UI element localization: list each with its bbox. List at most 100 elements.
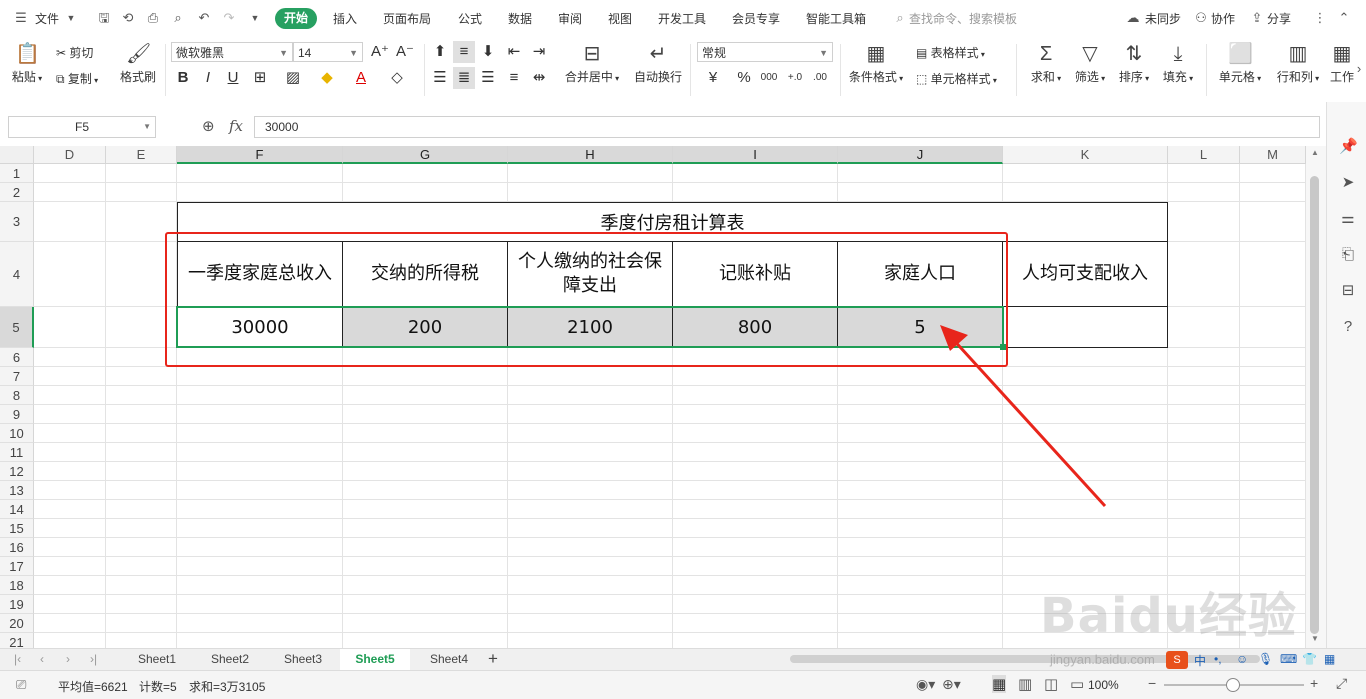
first-sheet-icon[interactable]: |‹: [14, 652, 21, 666]
ime-punctuation-icon[interactable]: •,: [1214, 652, 1222, 666]
column-header-g[interactable]: G: [343, 146, 508, 164]
row-header-19[interactable]: 19: [0, 595, 34, 614]
value-cell-total-income[interactable]: 30000: [177, 307, 343, 348]
add-sheet-button[interactable]: +: [488, 649, 498, 669]
row-header-3[interactable]: 3: [0, 202, 34, 242]
row-col-button[interactable]: ▥ 行和列 ▾: [1273, 42, 1323, 85]
header-cell-family-size[interactable]: 家庭人口: [838, 242, 1003, 307]
merge-center-button[interactable]: ⊟ 合并居中 ▾: [562, 42, 622, 85]
ime-keyboard-icon[interactable]: ⌨: [1280, 652, 1297, 666]
row-header-6[interactable]: 6: [0, 348, 34, 367]
scroll-down-icon[interactable]: ▼: [1311, 634, 1319, 643]
collapse-ribbon-icon[interactable]: ⌃: [1337, 11, 1351, 25]
border-icon[interactable]: ⊞: [249, 67, 271, 89]
zoom-level[interactable]: 100%: [1088, 678, 1119, 692]
align-middle-icon[interactable]: ≡: [453, 41, 475, 63]
file-menu[interactable]: 文件: [35, 10, 59, 27]
scroll-up-icon[interactable]: ▲: [1311, 148, 1319, 157]
zoom-out-icon[interactable]: −: [1148, 675, 1156, 691]
fit-window-icon[interactable]: ⤢: [1336, 675, 1347, 692]
row-header-7[interactable]: 7: [0, 367, 34, 386]
cut-button[interactable]: ✂ 剪切: [56, 44, 93, 61]
value-cell-income-tax[interactable]: 200: [343, 307, 508, 348]
normal-view-icon[interactable]: ▦: [992, 675, 1007, 693]
currency-icon[interactable]: ¥: [700, 67, 726, 89]
ime-toolbox-icon[interactable]: ▦: [1324, 652, 1335, 666]
cloud-save-icon[interactable]: ⟲: [121, 11, 135, 25]
ime-chinese-icon[interactable]: 中: [1194, 652, 1206, 669]
tab-insert[interactable]: 插入: [333, 10, 357, 27]
tab-data[interactable]: 数据: [508, 10, 532, 27]
formula-input[interactable]: 30000: [254, 116, 1320, 138]
row-header-1[interactable]: 1: [0, 164, 34, 183]
align-top-icon[interactable]: ⬆: [429, 41, 451, 63]
fill-pattern-icon[interactable]: ▨: [282, 67, 304, 89]
pointer-icon[interactable]: ➤: [1339, 174, 1357, 192]
decrease-indent-icon[interactable]: ⇤: [503, 41, 525, 63]
increase-decimal-icon[interactable]: +.0: [784, 67, 806, 89]
row-header-4[interactable]: 4: [0, 242, 34, 307]
search-input[interactable]: 查找命令、搜索模板: [909, 10, 1017, 27]
sheet-tab-sheet1[interactable]: Sheet1: [138, 652, 176, 666]
print-icon[interactable]: ⎙: [146, 11, 160, 25]
wrap-text-button[interactable]: ↵ 自动换行: [632, 42, 684, 85]
italic-icon[interactable]: I: [197, 67, 219, 89]
tab-smart-toolbox[interactable]: 智能工具箱: [806, 10, 866, 27]
percent-icon[interactable]: %: [733, 67, 755, 89]
chevron-down-icon[interactable]: ▼: [64, 11, 78, 25]
copy-button[interactable]: ⧉ 复制 ▾: [56, 70, 98, 87]
row-header-2[interactable]: 2: [0, 183, 34, 202]
sync-status[interactable]: 未同步: [1145, 10, 1181, 27]
more-icon[interactable]: ⋮: [1313, 11, 1327, 25]
redo-icon[interactable]: ↷: [222, 11, 236, 25]
bold-icon[interactable]: B: [172, 67, 194, 89]
sort-button[interactable]: ⇅ 排序 ▾: [1116, 42, 1152, 85]
last-sheet-icon[interactable]: ›|: [90, 652, 97, 666]
column-header-e[interactable]: E: [106, 146, 177, 164]
help-icon[interactable]: ?: [1339, 318, 1357, 336]
row-header-8[interactable]: 8: [0, 386, 34, 405]
font-color-icon[interactable]: A: [350, 67, 372, 89]
backup-icon[interactable]: ⊟: [1339, 282, 1357, 300]
table-title[interactable]: 季度付房租计算表: [177, 202, 1168, 242]
header-cell-per-capita-income[interactable]: 人均可支配收入: [1003, 242, 1168, 307]
header-cell-subsidy[interactable]: 记账补贴: [673, 242, 838, 307]
tab-formulas[interactable]: 公式: [458, 10, 482, 27]
row-header-18[interactable]: 18: [0, 576, 34, 595]
underline-icon[interactable]: U: [222, 67, 244, 89]
column-header-i[interactable]: I: [673, 146, 838, 164]
conditional-format-button[interactable]: ▦ 条件格式 ▾: [847, 42, 905, 85]
column-header-d[interactable]: D: [34, 146, 106, 164]
column-header-k[interactable]: K: [1003, 146, 1168, 164]
row-header-11[interactable]: 11: [0, 443, 34, 462]
hamburger-menu-icon[interactable]: ☰: [14, 11, 28, 25]
row-header-10[interactable]: 10: [0, 424, 34, 443]
header-cell-social-security[interactable]: 个人缴纳的社会保障支出: [508, 242, 673, 307]
align-center-icon[interactable]: ≣: [453, 67, 475, 89]
quick-access-dropdown-icon[interactable]: ▼: [248, 11, 262, 25]
decrease-font-icon[interactable]: A⁻: [394, 41, 416, 63]
tab-member[interactable]: 会员专享: [732, 10, 780, 27]
ribbon-scroll-right-icon[interactable]: ›: [1352, 62, 1366, 76]
header-cell-total-income[interactable]: 一季度家庭总收入: [177, 242, 343, 307]
input-method-icon[interactable]: S: [1166, 651, 1188, 669]
horizontal-scroll-thumb[interactable]: [790, 655, 1260, 663]
fill-button[interactable]: ⤓ 填充 ▾: [1160, 42, 1196, 85]
decrease-decimal-icon[interactable]: .00: [809, 67, 831, 89]
clipboard-icon[interactable]: ⎗: [1339, 246, 1357, 264]
page-layout-view-icon[interactable]: ▥: [1018, 675, 1032, 693]
tab-view[interactable]: 视图: [608, 10, 632, 27]
align-right-icon[interactable]: ☰: [477, 67, 499, 89]
value-cell-social-security[interactable]: 2100: [508, 307, 673, 348]
thousands-separator-icon[interactable]: 000: [758, 67, 780, 89]
macro-record-icon[interactable]: ⎚: [16, 677, 26, 693]
row-header-12[interactable]: 12: [0, 462, 34, 481]
page-break-view-icon[interactable]: ◫: [1044, 675, 1058, 693]
name-box[interactable]: F5 ▼: [8, 116, 156, 138]
ime-skin-icon[interactable]: 👕: [1302, 652, 1317, 666]
save-icon[interactable]: 🖫: [97, 11, 111, 25]
column-header-f[interactable]: F: [177, 146, 343, 164]
paste-button[interactable]: 📋 粘贴 ▾: [10, 42, 44, 85]
row-header-17[interactable]: 17: [0, 557, 34, 576]
align-left-icon[interactable]: ☰: [429, 67, 451, 89]
